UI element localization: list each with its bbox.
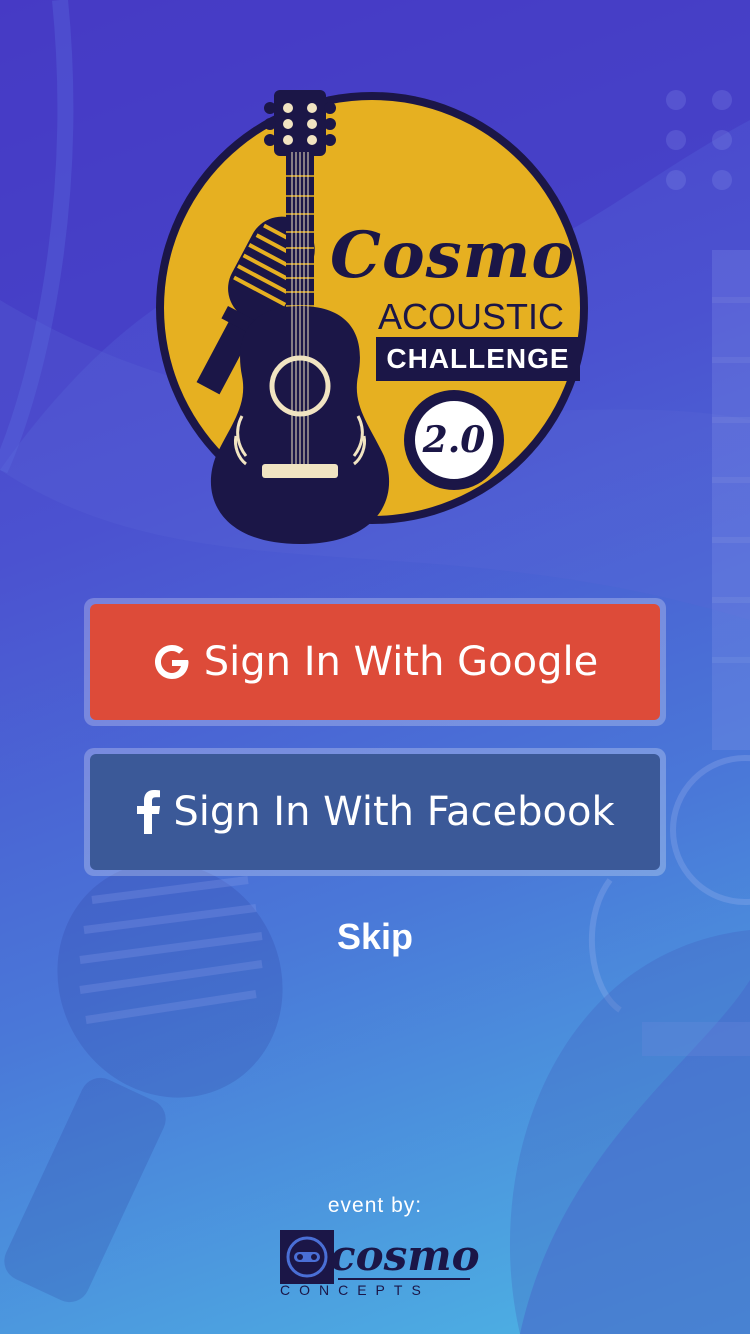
facebook-button-frame: Sign In With Facebook (84, 748, 666, 876)
facebook-signin-button[interactable]: Sign In With Facebook (90, 754, 660, 870)
cosmo-concepts-logo: cosmo CONCEPTS (278, 1228, 480, 1302)
logo-version-badge: 2.0 (404, 390, 504, 490)
logo-version-text: 2.0 (412, 398, 496, 482)
logo-brand-text: Cosmo (330, 218, 576, 293)
google-g-icon (152, 642, 192, 682)
event-by-label: event by: (327, 1194, 423, 1217)
facebook-signin-label: Sign In With Facebook (173, 789, 615, 835)
logo-acoustic-text: ACOUSTIC (378, 296, 565, 337)
cosmo-concepts-mark-icon (280, 1230, 334, 1284)
google-signin-button[interactable]: Sign In With Google (90, 604, 660, 720)
sponsor-name: cosmo (330, 1231, 480, 1280)
skip-button[interactable]: Skip (0, 916, 750, 958)
sponsor-subtitle: CONCEPTS (280, 1282, 430, 1298)
logo-challenge-text: CHALLENGE (376, 337, 580, 381)
google-button-frame: Sign In With Google (84, 598, 666, 726)
google-signin-label: Sign In With Google (203, 639, 599, 685)
sponsor-divider (338, 1278, 470, 1280)
facebook-f-icon (135, 790, 161, 834)
